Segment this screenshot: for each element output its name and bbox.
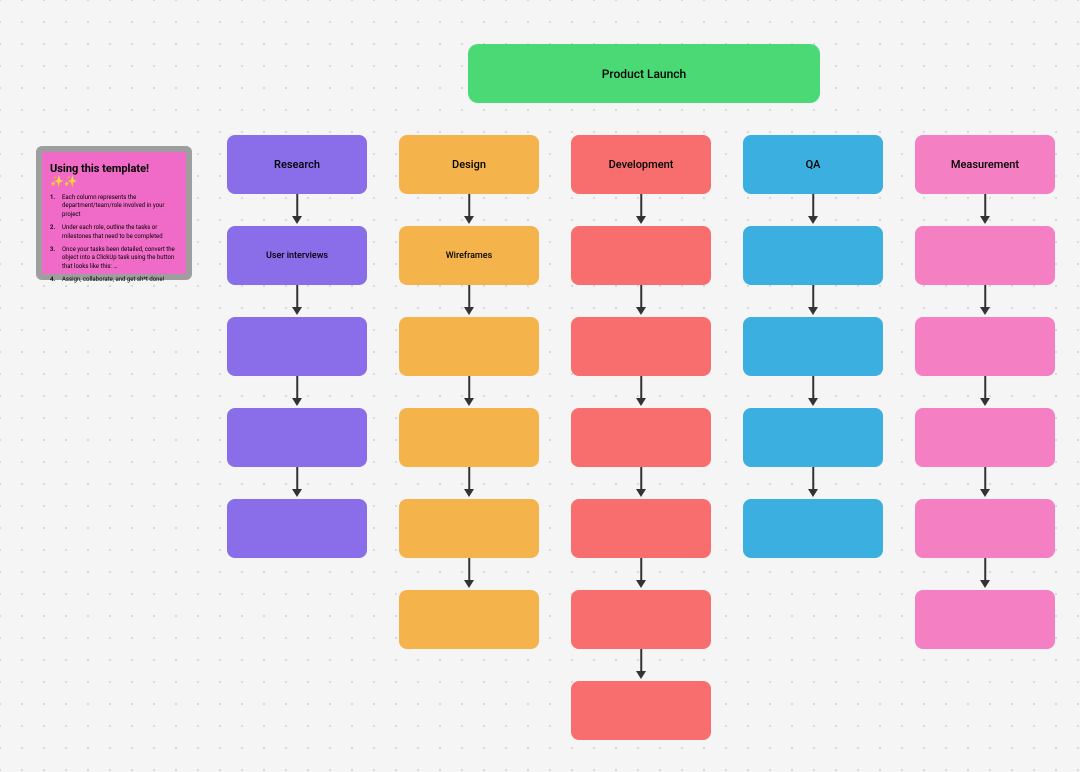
task-node[interactable] bbox=[743, 499, 883, 558]
task-node[interactable] bbox=[571, 590, 711, 649]
column-development: Development bbox=[571, 135, 711, 772]
column-header[interactable]: Research bbox=[227, 135, 367, 194]
task-node[interactable] bbox=[571, 681, 711, 740]
task-node[interactable] bbox=[399, 408, 539, 467]
task-node[interactable] bbox=[399, 590, 539, 649]
task-node[interactable] bbox=[571, 408, 711, 467]
sticky-heading: Using this template! ✨✨ bbox=[50, 162, 178, 188]
task-node[interactable] bbox=[227, 317, 367, 376]
title-text: Product Launch bbox=[602, 67, 686, 81]
sticky-list: Each column represents the department/te… bbox=[50, 194, 178, 285]
task-label: Wireframes bbox=[446, 251, 492, 261]
task-node[interactable] bbox=[399, 317, 539, 376]
task-node[interactable] bbox=[915, 317, 1055, 376]
sticky-item: Under each role, outline the tasks or mi… bbox=[50, 224, 178, 241]
task-node[interactable] bbox=[743, 408, 883, 467]
sticky-item: Each column represents the department/te… bbox=[50, 194, 178, 219]
task-node[interactable]: Wireframes bbox=[399, 226, 539, 285]
task-node[interactable] bbox=[571, 226, 711, 285]
column-header[interactable]: Measurement bbox=[915, 135, 1055, 194]
column-header[interactable]: QA bbox=[743, 135, 883, 194]
task-node[interactable] bbox=[743, 317, 883, 376]
column-header[interactable]: Design bbox=[399, 135, 539, 194]
column-header-label: QA bbox=[806, 158, 821, 171]
task-node[interactable] bbox=[571, 499, 711, 558]
task-node[interactable] bbox=[571, 317, 711, 376]
task-node[interactable] bbox=[915, 590, 1055, 649]
column-header-label: Research bbox=[274, 158, 320, 171]
title-box[interactable]: Product Launch bbox=[468, 44, 820, 103]
column-design: Design Wireframes bbox=[399, 135, 539, 681]
task-node[interactable] bbox=[915, 226, 1055, 285]
sticky-inner: Using this template! ✨✨ Each column repr… bbox=[42, 152, 186, 274]
column-header-label: Development bbox=[609, 158, 674, 171]
task-node[interactable] bbox=[743, 226, 883, 285]
column-qa: QA bbox=[743, 135, 883, 590]
task-label: User interviews bbox=[266, 251, 328, 261]
column-header-label: Measurement bbox=[951, 158, 1019, 171]
column-measurement: Measurement bbox=[915, 135, 1055, 681]
task-node[interactable] bbox=[915, 408, 1055, 467]
sticky-item: Once your tasks been detailed, convert t… bbox=[50, 246, 178, 271]
column-research: Research User interviews bbox=[227, 135, 367, 590]
task-node[interactable] bbox=[227, 499, 367, 558]
task-node[interactable]: User interviews bbox=[227, 226, 367, 285]
sticky-note[interactable]: Using this template! ✨✨ Each column repr… bbox=[36, 146, 192, 280]
sticky-item: Assign, collaborate, and get sh*t done! bbox=[50, 276, 178, 284]
task-node[interactable] bbox=[399, 499, 539, 558]
task-node[interactable] bbox=[227, 408, 367, 467]
task-node[interactable] bbox=[915, 499, 1055, 558]
column-header-label: Design bbox=[452, 158, 486, 171]
column-header[interactable]: Development bbox=[571, 135, 711, 194]
